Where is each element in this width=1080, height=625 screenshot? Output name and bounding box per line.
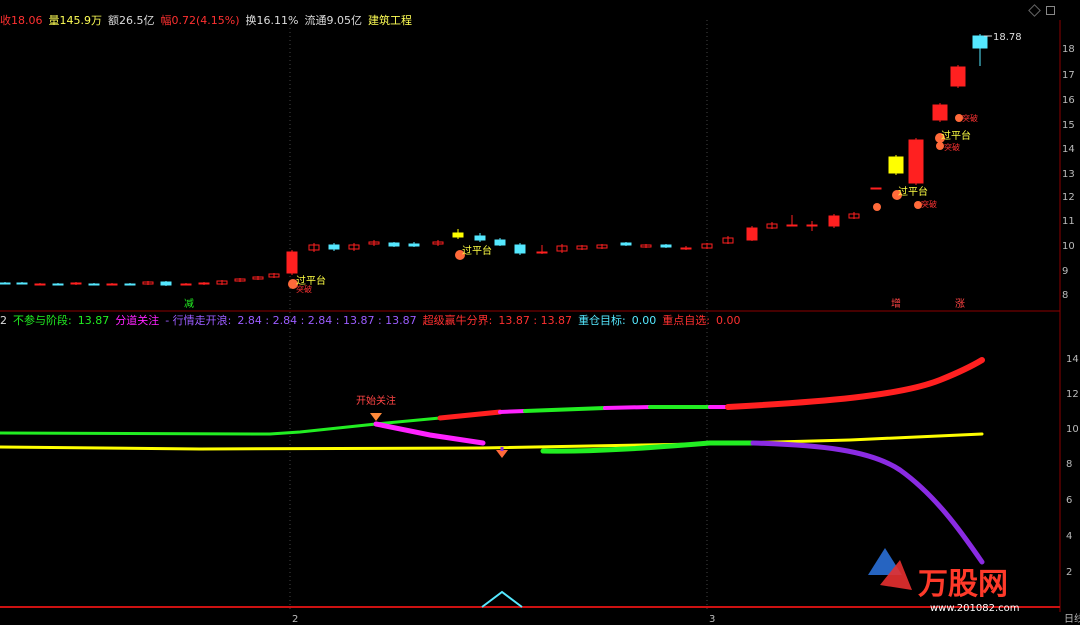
marker-po-2: 突破 [921, 199, 937, 209]
watermark-url: www.201082.com [930, 603, 1020, 614]
marker-ping-tai-4: 过平台 [941, 129, 971, 142]
purple-line [750, 440, 985, 565]
candle-body [972, 35, 988, 49]
candle-body [70, 282, 82, 285]
candle-body [286, 251, 298, 274]
candle-body [514, 244, 526, 254]
legend-item4-label: 超级赢牛分界: [422, 314, 493, 327]
legend-item5-value: 0.00 [631, 313, 657, 327]
candle-body [34, 283, 46, 286]
indicator-y-axis: 14 12 10 8 6 4 2 [1066, 354, 1079, 578]
indicator-prefix: 2 [0, 313, 7, 327]
watermark-brand: 万股网 [918, 567, 1008, 602]
bottom-tag-3: 涨 [955, 298, 965, 310]
green-line [0, 416, 442, 436]
candle-body [388, 242, 400, 247]
legend-item1-value: 13.87 [77, 313, 110, 327]
indicator-legend-bar: 2 不参与阶段: 13.87 分道关注 - 行情走开浪: 2.84 : 2.84… [0, 312, 741, 328]
candle-body [328, 244, 340, 250]
bottom-tag-1: 减 [184, 298, 194, 310]
legend-item1-label: 不参与阶段: [13, 314, 72, 327]
legend-item5-label: 重仓目标: [578, 314, 626, 327]
gem-icon [370, 413, 382, 421]
svg-text:4: 4 [1066, 531, 1072, 542]
x-tick-3: 3 [709, 614, 715, 625]
candle-body [932, 104, 948, 121]
candle-body [16, 282, 28, 285]
legend-item4-values: 13.87 : 13.87 [498, 313, 573, 327]
indicator-lines [0, 357, 985, 565]
candle-body [746, 227, 758, 241]
candle-body [950, 66, 966, 87]
candle-body [474, 235, 486, 241]
period-corner-label: 日线 [1064, 612, 1080, 625]
svg-text:10: 10 [1066, 424, 1079, 435]
red-segment-2 [725, 357, 985, 410]
candle-body [0, 282, 11, 285]
legend-item2-label: 分道关注 [115, 314, 160, 327]
magenta-segment-2 [603, 405, 652, 410]
green-segment-1 [523, 406, 607, 413]
candle-body [660, 244, 672, 248]
watermark-logo: 万股网 www.201082.com [868, 548, 1020, 614]
candle-body [536, 251, 548, 254]
candle-body [198, 282, 210, 285]
marker-po-1: 突破 [296, 284, 312, 294]
marker-ping-tai-3: 过平台 [898, 185, 928, 198]
candle-body [908, 139, 924, 184]
candle-body [870, 187, 882, 190]
marker-po-4: 突破 [962, 113, 978, 123]
svg-text:14: 14 [1066, 354, 1079, 365]
svg-text:8: 8 [1066, 459, 1072, 470]
cyan-triangle-marker [481, 590, 523, 608]
red-segment-1 [437, 409, 503, 421]
candle-body [494, 239, 506, 246]
candle-body [786, 224, 798, 227]
candle-body [806, 224, 818, 227]
candle-body [408, 243, 420, 247]
magenta-descending [373, 421, 486, 446]
candle-body [828, 215, 840, 227]
high-price-label: 18.78 [993, 32, 1022, 43]
marker-po-3: 突破 [944, 142, 960, 152]
bottom-tag-2: 增 [891, 297, 901, 310]
marker-ping-tai-2: 过平台 [462, 244, 492, 257]
legend-item6-label: 重点自选: [662, 314, 710, 327]
candle-body [680, 247, 692, 250]
candle-body [180, 283, 192, 286]
legend-item3-label: - 行情走开浪: [165, 314, 232, 327]
gem-icon [936, 142, 944, 150]
gem-icon [496, 450, 508, 458]
price-markers: 过平台 突破 过平台 过平台 突破 过平台 突破 突破 减 增 涨 [184, 113, 978, 310]
attention-annotation: 开始关注 [356, 394, 396, 407]
candle-body [106, 283, 118, 286]
candle-body [160, 281, 172, 286]
svg-text:2: 2 [1066, 567, 1072, 578]
legend-item6-value: 0.00 [716, 313, 741, 327]
candle-body [452, 232, 464, 238]
candle-body [88, 283, 100, 286]
gem-icon [873, 203, 881, 211]
legend-item3-values: 2.84 : 2.84 : 2.84 : 13.87 : 13.87 [237, 313, 417, 327]
svg-text:6: 6 [1066, 495, 1072, 506]
candle-body [124, 283, 136, 286]
x-tick-2: 2 [292, 614, 298, 625]
candle-body [52, 283, 64, 286]
candlestick-series [0, 34, 988, 286]
candle-body [620, 242, 632, 246]
svg-text:12: 12 [1066, 389, 1079, 400]
magenta-segment-1 [498, 409, 527, 414]
candle-body [888, 156, 904, 174]
